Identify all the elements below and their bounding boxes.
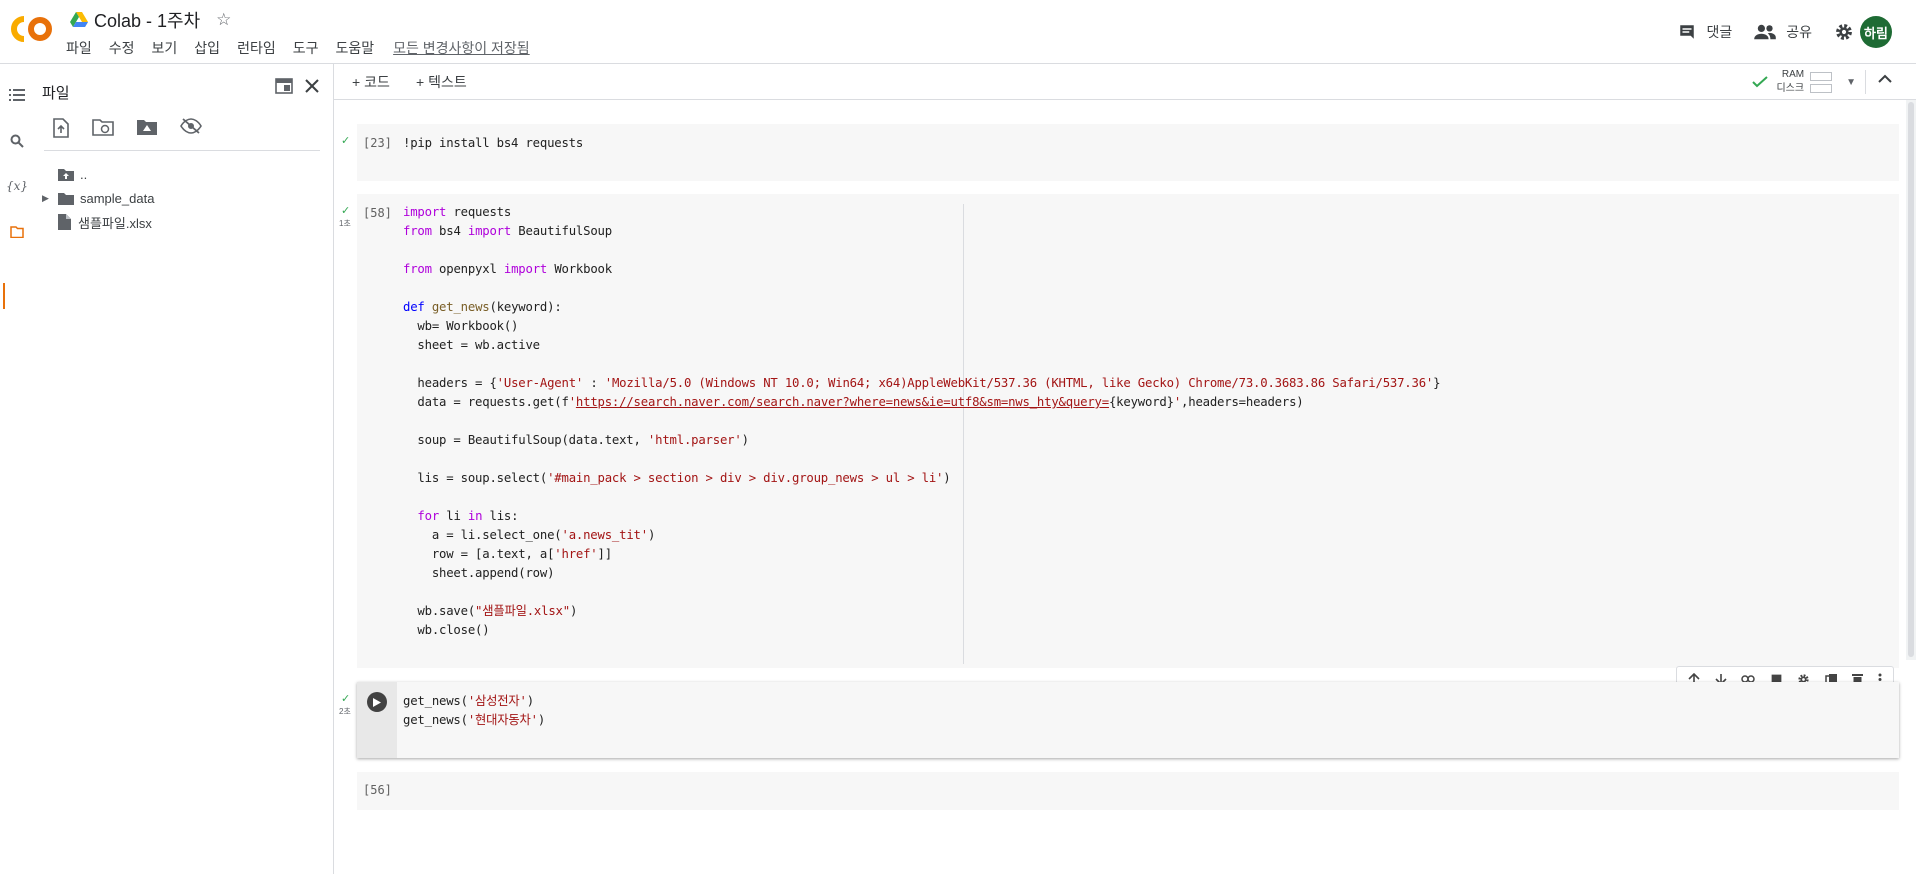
collapse-header-icon[interactable]	[1878, 74, 1892, 84]
code-cell-3[interactable]: ✓ 2초 get_news('삼성전자') get_news('현대자동차')	[339, 682, 1899, 758]
executed-check-icon: ✓	[341, 135, 351, 147]
executed-check-icon: ✓	[341, 205, 351, 217]
run-cell-button[interactable]	[367, 692, 387, 712]
colab-logo[interactable]	[10, 14, 54, 44]
table-of-contents-icon[interactable]	[6, 84, 28, 106]
disk-label: 디스크	[1776, 83, 1805, 94]
folder-icon	[58, 192, 74, 205]
scrollbar[interactable]	[1906, 100, 1916, 660]
open-in-tab-icon[interactable]	[275, 78, 293, 94]
executed-check-icon: ✓	[341, 693, 351, 705]
share-label: 공유	[1786, 24, 1812, 40]
comment-label: 댓글	[1706, 24, 1733, 40]
panel-divider	[44, 150, 320, 151]
files-panel: 파일 .. ▶ sample_data 샘플파일.xlsx	[32, 64, 334, 874]
menu-bar: 파일 수정 보기 삽입 런타임 도구 도움말 모든 변경사항이 저장됨	[66, 38, 547, 58]
mount-drive-icon[interactable]	[136, 118, 158, 138]
code-cell-4[interactable]: [56]	[357, 772, 1899, 810]
add-text-button[interactable]: + 텍스트	[416, 72, 467, 92]
ram-label: RAM	[1781, 69, 1805, 80]
code-cell-2[interactable]: ✓ 1초 [58] import requests from bs4 impor…	[339, 194, 1899, 668]
left-rail: {x}	[0, 64, 32, 874]
code-cell-1[interactable]: ✓ [23] !pip install bs4 requests	[341, 124, 1899, 181]
notebook-title[interactable]: Colab - 1주차	[94, 7, 200, 33]
tree-item-folder[interactable]: ▶ sample_data	[42, 186, 154, 210]
code-line: !pip install bs4 requests	[403, 136, 584, 150]
execution-count: [58]	[363, 206, 392, 220]
file-tree: .. ▶ sample_data 샘플파일.xlsx	[42, 162, 154, 234]
add-code-button[interactable]: + 코드	[352, 72, 390, 92]
menu-insert[interactable]: 삽입	[194, 38, 220, 58]
tree-item-label: sample_data	[80, 190, 155, 206]
menu-view[interactable]: 보기	[152, 38, 178, 58]
code-editor[interactable]: import requests from bs4 import Beautifu…	[403, 203, 1441, 640]
tree-item-label: 샘플파일.xlsx	[78, 215, 152, 231]
connected-check-icon	[1752, 76, 1769, 88]
people-icon	[1754, 24, 1777, 40]
menu-runtime[interactable]: 런타임	[237, 38, 276, 58]
parent-folder-icon	[58, 168, 74, 181]
saved-status[interactable]: 모든 변경사항이 저장됨	[393, 38, 530, 58]
settings-gear-icon[interactable]	[1834, 22, 1854, 42]
user-avatar[interactable]: 하림	[1860, 16, 1892, 48]
menu-help[interactable]: 도움말	[335, 38, 374, 58]
variables-icon[interactable]: {x}	[6, 175, 28, 197]
execution-count: [23]	[363, 136, 392, 150]
comment-button[interactable]: 댓글	[1678, 22, 1732, 42]
disk-bar	[1810, 83, 1833, 93]
star-icon[interactable]: ☆	[216, 10, 231, 30]
upload-file-icon[interactable]	[52, 118, 70, 138]
toolbar-divider	[1865, 70, 1866, 94]
code-editor[interactable]: get_news('삼성전자') get_news('현대자동차')	[403, 692, 545, 730]
resource-indicator[interactable]: RAM 디스크 ▼	[1752, 68, 1856, 96]
expand-caret-icon[interactable]: ▶	[42, 193, 58, 204]
refresh-folder-icon[interactable]	[92, 118, 114, 138]
ram-bar	[1810, 71, 1833, 81]
cell-gutter	[357, 682, 397, 758]
play-icon	[373, 697, 381, 707]
google-drive-icon[interactable]	[70, 12, 88, 28]
active-indicator	[3, 283, 5, 309]
execution-time: 1초	[339, 219, 351, 228]
search-icon[interactable]	[6, 130, 28, 152]
hide-files-icon[interactable]	[180, 118, 202, 138]
app-header: Colab - 1주차 ☆ 파일 수정 보기 삽입 런타임 도구 도움말 모든 …	[0, 0, 1916, 64]
share-button[interactable]: 공유	[1754, 22, 1812, 42]
notebook-toolbar: + 코드 + 텍스트 RAM 디스크 ▼	[334, 64, 1916, 100]
code-editor[interactable]: !pip install bs4 requests	[403, 134, 583, 153]
tree-item-label: ..	[80, 166, 88, 182]
comment-icon	[1680, 25, 1695, 39]
files-folder-icon[interactable]	[6, 221, 28, 243]
close-icon[interactable]	[305, 79, 319, 93]
execution-time: 2초	[339, 707, 351, 716]
scrollbar-thumb[interactable]	[1908, 102, 1914, 657]
file-icon	[58, 214, 71, 230]
chevron-down-icon[interactable]: ▼	[1846, 77, 1856, 88]
execution-count: [56]	[363, 783, 392, 797]
menu-tools[interactable]: 도구	[293, 38, 319, 58]
tree-item-file[interactable]: 샘플파일.xlsx	[42, 210, 154, 234]
menu-file[interactable]: 파일	[66, 38, 92, 58]
menu-edit[interactable]: 수정	[109, 38, 135, 58]
tree-item-parent[interactable]: ..	[42, 162, 154, 186]
panel-title: 파일	[42, 85, 70, 102]
